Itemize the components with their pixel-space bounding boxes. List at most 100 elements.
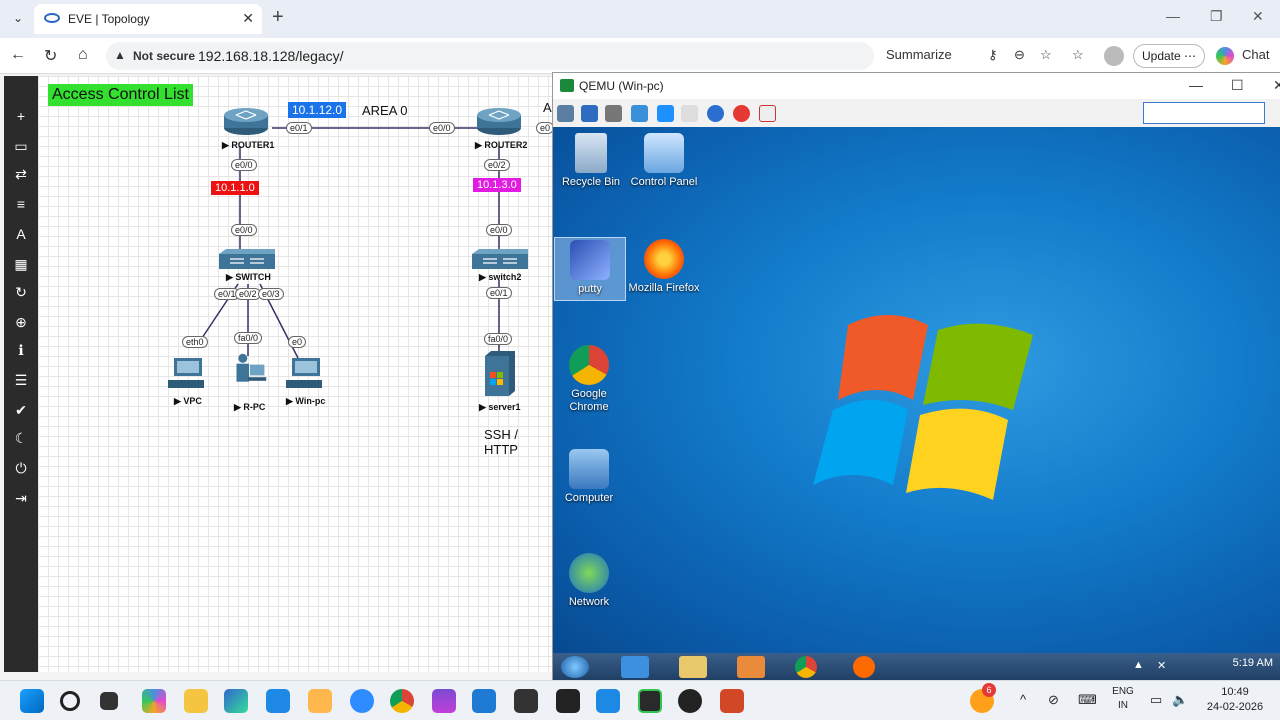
networks-icon[interactable]: ⇄ [11,164,31,184]
router1-label[interactable]: ▶ ROUTER1 [222,140,274,151]
copilot-icon[interactable] [1216,47,1234,65]
desktop-icon-control-panel[interactable]: Control Panel [628,133,700,189]
zoom-icon[interactable]: ⊕ [11,312,31,332]
explorer-taskbar-icon[interactable] [679,656,707,678]
vscode-icon[interactable] [472,689,496,713]
system-clock[interactable]: 10:49 24-02-2026 [1200,685,1270,715]
restore-icon[interactable]: ❐ [1210,8,1223,25]
show-hidden-icons-icon[interactable]: ▲ [1133,659,1144,671]
refresh-icon[interactable] [631,105,648,122]
network-label-10-1-3-0[interactable]: 10.1.3.0 [473,178,521,192]
remote-desktop-icon[interactable] [266,689,290,713]
windows-key-icon[interactable] [657,105,674,122]
rpc-label[interactable]: ▶ R-PC [234,402,265,413]
file-explorer-icon[interactable] [184,689,208,713]
windows7-desktop[interactable]: Recycle Bin Control Panel putty Mozilla … [553,127,1280,653]
qemu-toolbar-input[interactable] [1143,102,1265,124]
keyboard-icon[interactable]: ⌨ [1078,692,1097,708]
notepad-icon[interactable] [514,689,538,713]
power-icon[interactable]: ⏻ [11,458,31,478]
vpc-label[interactable]: ▶ VPC [174,396,202,407]
rpc-icon[interactable] [230,352,270,388]
zoom-app-icon[interactable] [350,689,374,713]
fullscreen-icon[interactable] [581,105,598,122]
minimize-icon[interactable]: — [1166,8,1180,24]
media-player-icon[interactable] [678,689,702,713]
startup-config-icon[interactable]: ≡ [11,194,31,214]
zoom-icon[interactable]: ⊖ [1014,47,1025,63]
tray-chevron-icon[interactable]: ^ [1020,692,1026,707]
win7-clock[interactable]: 5:19 AM [1233,657,1273,669]
winpc-label[interactable]: ▶ Win-pc [286,396,325,407]
network-label-10-1-12-0[interactable]: 10.1.12.0 [288,102,347,118]
settings-icon[interactable] [557,105,574,122]
switch1-label[interactable]: ▶ SWITCH [226,272,271,283]
favorites-icon[interactable]: ☆ [1072,47,1084,63]
tab-close-icon[interactable]: ✕ [242,10,254,27]
chat-button[interactable]: Chat [1242,47,1269,62]
add-object-icon[interactable]: + [11,106,31,126]
switch1-icon[interactable] [218,248,276,270]
list-icon[interactable]: ☰ [11,370,31,390]
nodes-icon[interactable]: ▭ [11,136,31,156]
favorite-star-icon[interactable]: ☆ [1040,47,1052,63]
chrome-taskbar-icon[interactable] [795,656,817,678]
check-icon[interactable]: ✔ [11,400,31,420]
desktop-icon-computer[interactable]: Computer [553,449,625,505]
language-indicator[interactable]: ENG IN [1108,685,1138,713]
gear-icon[interactable] [605,105,622,122]
media-player-taskbar-icon[interactable] [737,656,765,678]
address-bar[interactable]: ▲ Not secure 192.168.18.128/legacy/ [106,42,874,70]
vpc-icon[interactable] [166,356,206,392]
info-icon[interactable] [707,105,724,122]
start-orb-icon[interactable] [561,656,589,678]
back-icon[interactable]: ← [10,46,26,64]
desktop-icon-firefox[interactable]: Mozilla Firefox [628,239,700,295]
edge-icon[interactable] [224,689,248,713]
server1-label[interactable]: ▶ server1 [479,402,520,413]
reload-icon[interactable]: ↻ [44,46,57,66]
key-icon[interactable]: ⚷ [988,47,998,63]
chrome-taskbar-icon[interactable] [390,689,414,713]
snipping-tool-icon[interactable] [308,689,332,713]
terminal-icon[interactable] [556,689,580,713]
winpc-icon[interactable] [284,356,324,392]
profile-avatar[interactable] [1104,46,1124,66]
url-text[interactable]: 192.168.18.128/legacy/ [198,48,344,64]
close-window-icon[interactable]: ✕ [1252,8,1264,25]
update-button[interactable]: Update ⋯ [1133,44,1205,68]
network-off-icon[interactable]: ⊘ [1048,692,1059,708]
topology-canvas[interactable]: Access Control List 10.1.12.0 AREA 0 A 1… [38,76,552,672]
switch2-icon[interactable] [471,248,529,270]
qemu-minimize-icon[interactable]: — [1189,77,1203,93]
grid-icon[interactable]: ▦ [11,254,31,274]
task-view-icon[interactable] [100,692,118,710]
desktop-icon-chrome[interactable]: Google Chrome [553,345,625,414]
qemu-close-icon[interactable]: ✕ [1273,77,1280,94]
router1-icon[interactable] [223,106,269,136]
qemu-maximize-icon[interactable]: ☐ [1231,77,1244,94]
copilot-taskbar-icon[interactable] [142,689,166,713]
qemu-taskbar-icon[interactable] [638,689,662,713]
power-off-icon[interactable] [759,105,776,122]
router2-icon[interactable] [476,106,522,136]
home-icon[interactable]: ⌂ [78,46,88,64]
qemu-titlebar[interactable]: QEMU (Win-pc) — ☐ ✕ [553,73,1280,99]
logout-icon[interactable]: ⇥ [11,488,31,508]
volume-icon[interactable]: 🔈 [1172,692,1188,708]
network-label-10-1-1-0[interactable]: 10.1.1.0 [211,181,259,195]
qemu-window[interactable]: QEMU (Win-pc) — ☐ ✕ Recycle Bin Control … [552,72,1280,681]
clipboard-icon[interactable] [681,105,698,122]
refresh-icon[interactable]: ↻ [11,282,31,302]
text-icon[interactable]: A [11,224,31,244]
firefox-taskbar-icon[interactable] [853,656,875,678]
desktop-icon-putty[interactable]: putty [554,237,626,301]
powerpoint-icon[interactable] [720,689,744,713]
display-icon[interactable]: ▭ [1150,692,1162,708]
disconnect-icon[interactable] [733,105,750,122]
server1-icon[interactable] [481,350,517,396]
desktop-icon-recycle-bin[interactable]: Recycle Bin [555,133,627,189]
stream-deck-icon[interactable] [432,689,456,713]
switch2-label[interactable]: ▶ switch2 [479,272,521,283]
paint-icon[interactable] [596,689,620,713]
